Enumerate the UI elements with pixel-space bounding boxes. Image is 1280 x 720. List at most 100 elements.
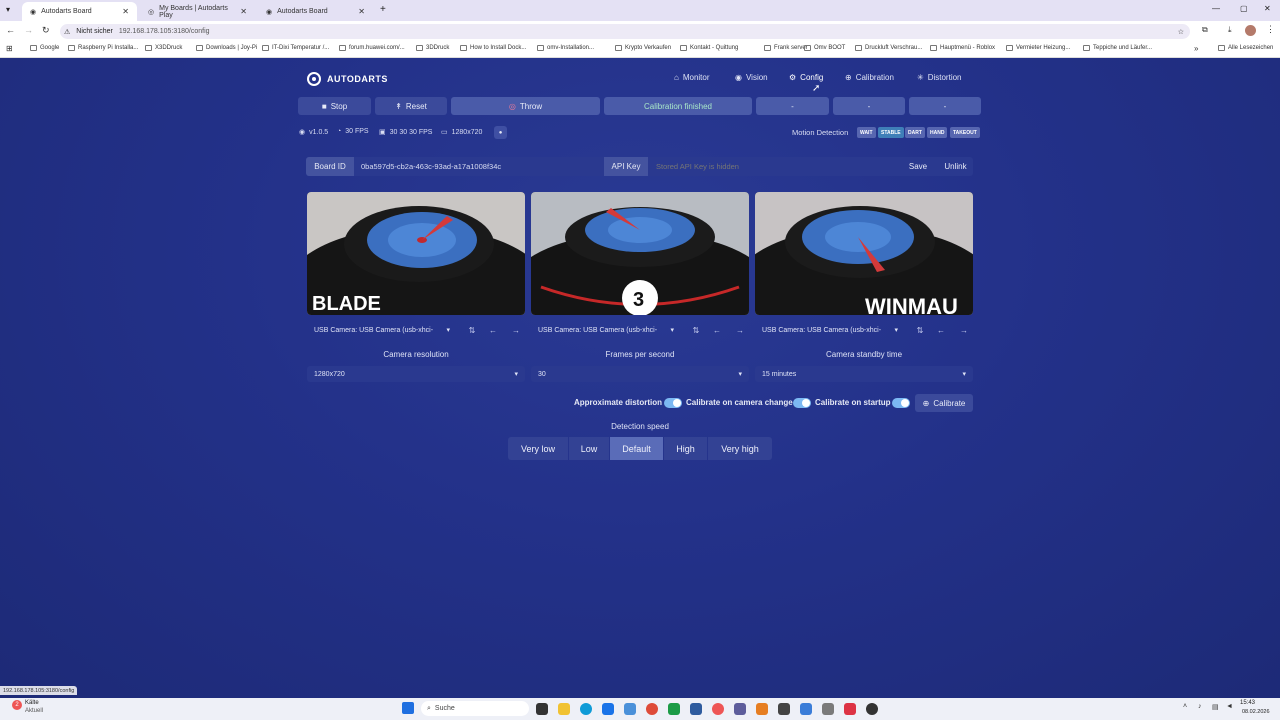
reset-button[interactable]: ↟ Reset	[375, 97, 447, 115]
tray-chevron-icon[interactable]: ˄	[1183, 703, 1187, 710]
mic-icon[interactable]: ♪	[1198, 703, 1202, 710]
close-icon[interactable]: ✕	[240, 7, 247, 16]
fps-select[interactable]: 30 ▾	[531, 366, 749, 382]
arrow-right-icon[interactable]: →	[507, 322, 525, 338]
nav-distortion[interactable]: ✳ Distortion	[917, 73, 962, 82]
chrome-icon[interactable]	[646, 703, 658, 715]
excel-icon[interactable]	[668, 703, 680, 715]
swap-icon[interactable]: ⇅	[911, 322, 929, 338]
app-icon[interactable]	[624, 703, 636, 715]
dot-icon[interactable]: ●	[494, 126, 507, 139]
bookmark-item[interactable]: Krypto Verkaufen	[615, 45, 671, 51]
bookmark-item[interactable]: IT-Dixi Temperatur /...	[262, 45, 329, 51]
app-icon[interactable]	[756, 703, 768, 715]
address-bar[interactable]: ⚠ Nicht sicher 192.168.178.105:3180/conf…	[60, 24, 1190, 39]
camera-feed-1[interactable]: BLADE	[307, 192, 525, 315]
app-icon[interactable]	[712, 703, 724, 715]
camera-select-1[interactable]: USB Camera: USB Camera (usb-xhci- ▾	[307, 322, 457, 338]
throw-button[interactable]: ◎ Throw	[451, 97, 600, 115]
resolution-select[interactable]: 1280x720 ▾	[307, 366, 525, 382]
calib-on-change-toggle[interactable]	[793, 398, 811, 408]
star-icon[interactable]: ☆	[1178, 28, 1184, 36]
weather-title[interactable]: Kälte	[25, 700, 39, 706]
approx-distortion-toggle[interactable]	[664, 398, 682, 408]
apps-icon[interactable]: ⊞	[6, 44, 13, 53]
arrow-left-icon[interactable]: ←	[708, 322, 726, 338]
avatar[interactable]	[1245, 25, 1256, 36]
tab-autodarts-board[interactable]: ◉ Autodarts Board ✕	[22, 2, 137, 21]
app-icon[interactable]	[778, 703, 790, 715]
speed-very-low[interactable]: Very low	[508, 437, 568, 460]
unlink-button[interactable]: Unlink	[938, 157, 973, 176]
swap-icon[interactable]: ⇅	[463, 322, 481, 338]
standby-select[interactable]: 15 minutes ▾	[755, 366, 973, 382]
camera-select-2[interactable]: USB Camera: USB Camera (usb-xhci- ▾	[531, 322, 681, 338]
bookmark-item[interactable]: Frank server	[764, 45, 808, 51]
forward-icon[interactable]: →	[24, 25, 33, 35]
nav-monitor[interactable]: ⌂ Monitor	[674, 73, 710, 82]
bookmark-item[interactable]: Downloads | Joy-Pi	[196, 45, 257, 51]
reload-icon[interactable]: ↻	[42, 25, 50, 36]
bookmark-item[interactable]: Vermieter Heizung...	[1006, 45, 1070, 51]
app-icon[interactable]	[866, 703, 878, 715]
nav-calibration[interactable]: ⊕ Calibration	[845, 73, 894, 82]
close-icon[interactable]: ✕	[122, 7, 129, 16]
speed-default[interactable]: Default	[610, 437, 663, 460]
tab-autodarts-board-2[interactable]: ◉ Autodarts Board ✕	[258, 2, 373, 21]
bookmark-item[interactable]: Kontakt - Quittung	[680, 45, 738, 51]
bookmarks-more[interactable]: »	[1194, 44, 1198, 53]
speed-high[interactable]: High	[664, 437, 707, 460]
bookmark-item[interactable]: 3DDruck	[416, 45, 449, 51]
bookmark-item[interactable]: How to Install Dock...	[460, 45, 526, 51]
arrow-left-icon[interactable]: ←	[932, 322, 950, 338]
calibrate-button[interactable]: ⊕ Calibrate	[915, 394, 973, 412]
speed-low[interactable]: Low	[569, 437, 609, 460]
board-id-value[interactable]: 0ba597d5-cb2a-463c-93ad-a17a1008f34c	[361, 157, 501, 176]
clock-time[interactable]: 15:43	[1240, 700, 1255, 706]
camera-select-3[interactable]: USB Camera: USB Camera (usb-xhci- ▾	[755, 322, 905, 338]
brand-logo[interactable]: AUTODARTS	[307, 72, 388, 86]
menu-icon[interactable]: ⋮	[1266, 24, 1275, 35]
app-icon[interactable]	[822, 703, 834, 715]
arrow-left-icon[interactable]: ←	[484, 322, 502, 338]
api-key-input[interactable]	[650, 158, 900, 175]
word-icon[interactable]	[690, 703, 702, 715]
app-icon[interactable]	[734, 703, 746, 715]
tab-menu-icon[interactable]: ▾	[6, 5, 10, 14]
bookmark-item[interactable]: Google	[30, 45, 59, 51]
maximize-button[interactable]: ▢	[1240, 4, 1248, 13]
edge-icon[interactable]	[580, 703, 592, 715]
task-view-icon[interactable]	[536, 703, 548, 715]
nav-config[interactable]: ⚙ Config	[789, 73, 823, 82]
arrow-right-icon[interactable]: →	[731, 322, 749, 338]
swap-icon[interactable]: ⇅	[687, 322, 705, 338]
speed-very-high[interactable]: Very high	[708, 437, 772, 460]
bookmark-item[interactable]: Omv BOOT	[804, 45, 845, 51]
arrow-right-icon[interactable]: →	[955, 322, 973, 338]
app-icon[interactable]	[800, 703, 812, 715]
camera-feed-2[interactable]: 3	[531, 192, 749, 315]
store-icon[interactable]	[602, 703, 614, 715]
calib-on-startup-toggle[interactable]	[892, 398, 910, 408]
camera-feed-3[interactable]: WINMAU	[755, 192, 973, 315]
stop-button[interactable]: ■ Stop	[298, 97, 371, 115]
bookmark-item[interactable]: forum.huawei.com/...	[339, 45, 405, 51]
bookmark-item[interactable]: Druckluft Verschrau...	[855, 45, 922, 51]
explorer-icon[interactable]	[558, 703, 570, 715]
app-icon[interactable]	[844, 703, 856, 715]
taskbar-search[interactable]: ⌕ Suche	[421, 701, 529, 716]
bookmark-item[interactable]: X3DDruck	[145, 45, 182, 51]
minimize-button[interactable]: —	[1212, 4, 1220, 13]
save-button[interactable]: Save	[903, 157, 933, 176]
network-icon[interactable]: ▤	[1212, 703, 1219, 711]
nav-vision[interactable]: ◉ Vision	[735, 73, 768, 82]
close-window-button[interactable]: ✕	[1264, 4, 1271, 13]
close-icon[interactable]: ✕	[358, 7, 365, 16]
extensions-icon[interactable]: ⧉	[1202, 25, 1208, 35]
download-icon[interactable]: ⤓	[1228, 25, 1232, 35]
bookmark-item[interactable]: Teppiche und Läufer...	[1083, 45, 1152, 51]
bookmark-item[interactable]: Hauptmenü - Roblox	[930, 45, 995, 51]
volume-icon[interactable]: ◄	[1226, 703, 1233, 710]
all-bookmarks[interactable]: Alle Lesezeichen	[1218, 45, 1273, 51]
windows-start-icon[interactable]	[402, 702, 414, 714]
